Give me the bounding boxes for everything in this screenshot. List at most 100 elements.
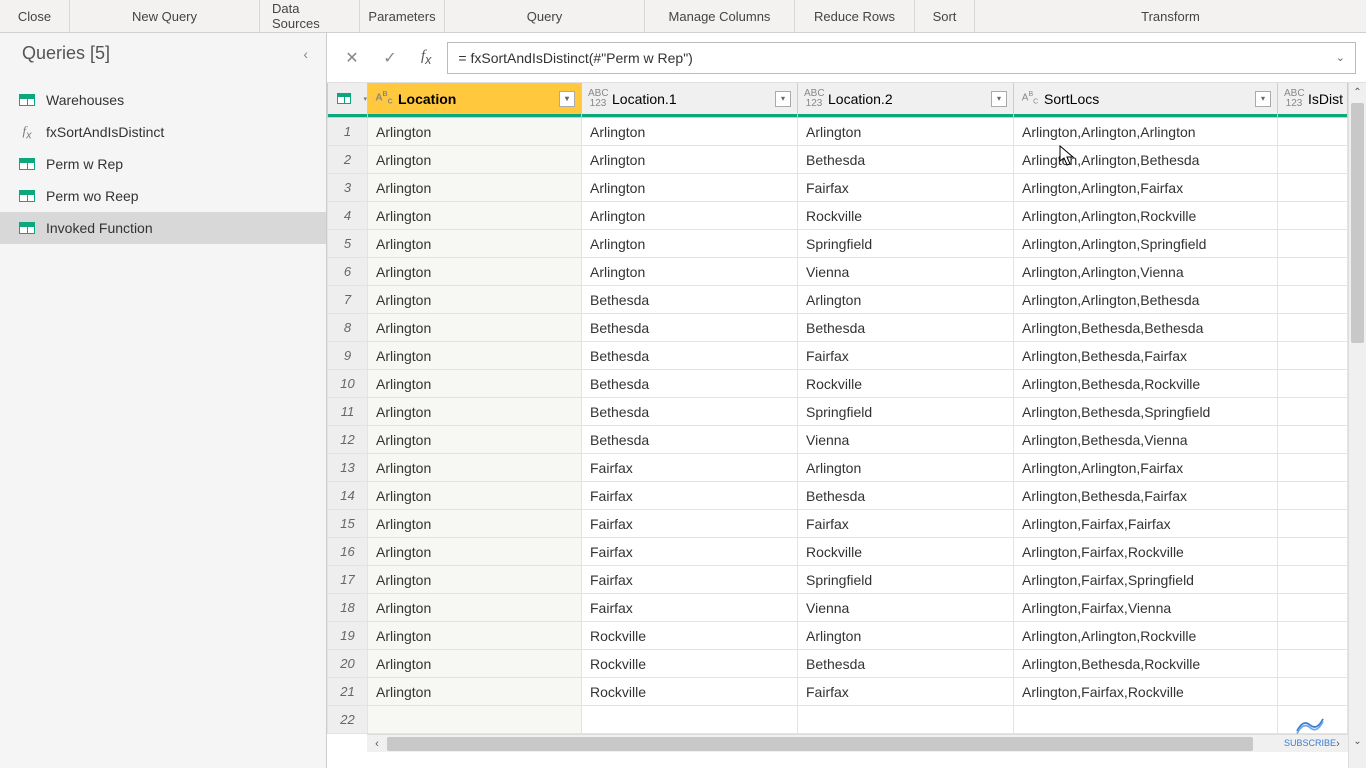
table-row[interactable]: 6ArlingtonArlingtonViennaArlington,Arlin… <box>328 258 1348 286</box>
cell[interactable]: Fairfax <box>582 482 798 510</box>
cell[interactable]: Arlington <box>368 678 582 706</box>
cell[interactable]: Arlington,Fairfax,Springfield <box>1014 566 1278 594</box>
cell[interactable]: Arlington <box>582 174 798 202</box>
cell[interactable]: Arlington <box>368 398 582 426</box>
column-filter-icon[interactable]: ▾ <box>1255 91 1271 107</box>
cell[interactable]: Bethesda <box>582 314 798 342</box>
cell[interactable]: Arlington,Fairfax,Vienna <box>1014 594 1278 622</box>
cell[interactable]: Arlington <box>798 454 1014 482</box>
cell[interactable] <box>1278 566 1348 594</box>
cell[interactable]: Arlington <box>582 230 798 258</box>
cell[interactable]: Fairfax <box>798 174 1014 202</box>
cell[interactable]: Arlington <box>368 230 582 258</box>
cell[interactable]: Arlington <box>368 454 582 482</box>
cell[interactable]: Rockville <box>798 202 1014 230</box>
table-row[interactable]: 12ArlingtonBethesdaViennaArlington,Bethe… <box>328 426 1348 454</box>
column-filter-icon[interactable]: ▾ <box>559 91 575 107</box>
cell[interactable]: Bethesda <box>798 650 1014 678</box>
ribbon-group-reduce-rows[interactable]: Reduce Rows <box>795 0 915 32</box>
row-number[interactable]: 12 <box>328 426 368 454</box>
cell[interactable]: Fairfax <box>798 510 1014 538</box>
cell[interactable]: Fairfax <box>798 342 1014 370</box>
cell[interactable]: Arlington,Arlington,Rockville <box>1014 202 1278 230</box>
cell[interactable]: Arlington,Arlington,Bethesda <box>1014 286 1278 314</box>
table-row[interactable]: 15ArlingtonFairfaxFairfaxArlington,Fairf… <box>328 510 1348 538</box>
row-number[interactable]: 15 <box>328 510 368 538</box>
cell[interactable]: Arlington <box>582 202 798 230</box>
cell[interactable]: Rockville <box>582 622 798 650</box>
row-number[interactable]: 21 <box>328 678 368 706</box>
cell[interactable]: Arlington,Fairfax,Rockville <box>1014 538 1278 566</box>
cell[interactable]: Arlington,Bethesda,Fairfax <box>1014 482 1278 510</box>
cell[interactable]: Arlington <box>368 426 582 454</box>
cell[interactable]: Arlington <box>368 314 582 342</box>
row-number[interactable]: 20 <box>328 650 368 678</box>
row-number[interactable]: 1 <box>328 118 368 146</box>
cell[interactable]: Arlington <box>368 538 582 566</box>
cell[interactable]: Arlington <box>798 286 1014 314</box>
column-filter-icon[interactable]: ▾ <box>991 91 1007 107</box>
cell[interactable]: Arlington <box>582 258 798 286</box>
cell[interactable]: Springfield <box>798 398 1014 426</box>
table-row[interactable]: 9ArlingtonBethesdaFairfaxArlington,Bethe… <box>328 342 1348 370</box>
vertical-scrollbar[interactable]: ⌃ ⌄ <box>1348 83 1366 768</box>
cell[interactable]: Springfield <box>798 230 1014 258</box>
row-number[interactable]: 9 <box>328 342 368 370</box>
query-item[interactable]: Warehouses <box>0 84 326 116</box>
scroll-left-icon[interactable]: ‹ <box>367 738 387 750</box>
collapse-queries-icon[interactable]: ‹ <box>303 46 308 62</box>
accept-formula-icon[interactable]: ✓ <box>375 43 405 73</box>
cell[interactable]: Arlington <box>582 146 798 174</box>
scroll-up-icon[interactable]: ⌃ <box>1349 83 1366 101</box>
cell[interactable]: Rockville <box>582 678 798 706</box>
table-menu-icon[interactable]: ▾ <box>363 95 367 103</box>
cell[interactable]: Bethesda <box>582 286 798 314</box>
table-row[interactable]: 10ArlingtonBethesdaRockvilleArlington,Be… <box>328 370 1348 398</box>
row-number[interactable]: 17 <box>328 566 368 594</box>
cell[interactable] <box>1278 650 1348 678</box>
ribbon-group-close[interactable]: Close <box>0 0 70 32</box>
cell[interactable]: Arlington,Bethesda,Rockville <box>1014 370 1278 398</box>
cell[interactable] <box>1278 622 1348 650</box>
cell[interactable]: Bethesda <box>582 426 798 454</box>
cell[interactable]: Arlington,Fairfax,Fairfax <box>1014 510 1278 538</box>
cell[interactable] <box>1278 146 1348 174</box>
cell[interactable]: Arlington,Arlington,Fairfax <box>1014 174 1278 202</box>
cell[interactable] <box>1278 258 1348 286</box>
cell[interactable]: Arlington <box>798 118 1014 146</box>
cell[interactable] <box>1278 482 1348 510</box>
cell[interactable] <box>1278 426 1348 454</box>
cell[interactable]: Arlington <box>368 482 582 510</box>
cell[interactable]: Arlington <box>368 566 582 594</box>
cell[interactable]: Arlington <box>368 258 582 286</box>
cell[interactable]: Arlington <box>368 622 582 650</box>
ribbon-group-data-sources[interactable]: Data Sources <box>260 0 360 32</box>
cell[interactable] <box>1014 706 1278 734</box>
cell[interactable]: Arlington,Arlington,Vienna <box>1014 258 1278 286</box>
cell[interactable]: Springfield <box>798 566 1014 594</box>
query-item[interactable]: Invoked Function <box>0 212 326 244</box>
table-row[interactable]: 11ArlingtonBethesdaSpringfieldArlington,… <box>328 398 1348 426</box>
cell[interactable]: Rockville <box>798 538 1014 566</box>
table-row[interactable]: 19ArlingtonRockvilleArlingtonArlington,A… <box>328 622 1348 650</box>
hscroll-thumb[interactable] <box>387 737 1253 751</box>
ribbon-group-sort[interactable]: Sort <box>915 0 975 32</box>
fx-icon[interactable]: fx <box>413 48 439 67</box>
cell[interactable]: Bethesda <box>582 342 798 370</box>
ribbon-group-new-query[interactable]: New Query <box>70 0 260 32</box>
cell[interactable]: Fairfax <box>582 594 798 622</box>
table-row[interactable]: 8ArlingtonBethesdaBethesdaArlington,Beth… <box>328 314 1348 342</box>
cell[interactable]: Bethesda <box>582 370 798 398</box>
cell[interactable]: Arlington,Arlington,Bethesda <box>1014 146 1278 174</box>
table-row[interactable]: 20ArlingtonRockvilleBethesdaArlington,Be… <box>328 650 1348 678</box>
cell[interactable]: Arlington,Bethesda,Rockville <box>1014 650 1278 678</box>
data-grid[interactable]: ▾ ABC Location ▾ <box>327 83 1348 768</box>
cell[interactable]: Arlington,Bethesda,Fairfax <box>1014 342 1278 370</box>
cell[interactable] <box>1278 230 1348 258</box>
row-number[interactable]: 14 <box>328 482 368 510</box>
cell[interactable]: Arlington <box>368 650 582 678</box>
row-number[interactable]: 3 <box>328 174 368 202</box>
cell[interactable]: Fairfax <box>798 678 1014 706</box>
row-number[interactable]: 16 <box>328 538 368 566</box>
cell[interactable] <box>1278 314 1348 342</box>
